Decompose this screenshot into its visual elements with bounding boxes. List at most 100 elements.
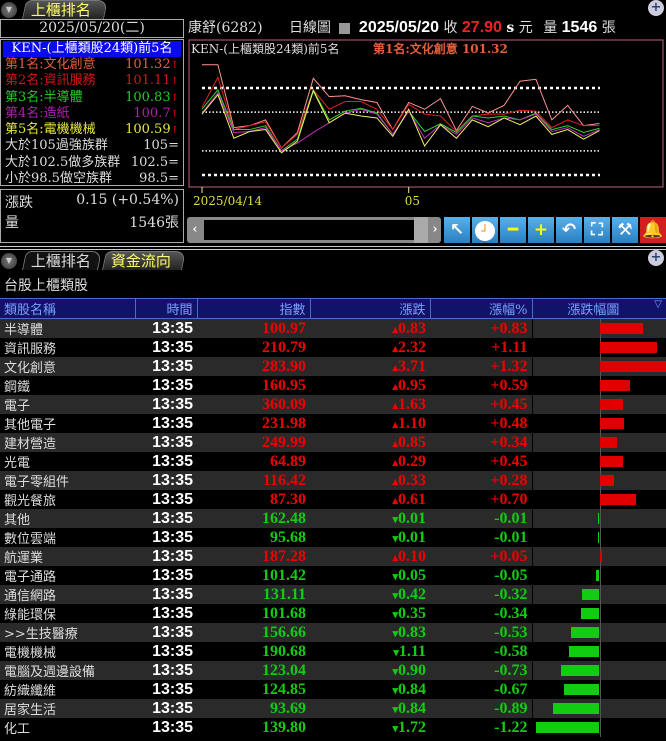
table-row[interactable]: 建材營造 13:35 249.99 ▴0.85 +0.34 [0, 433, 666, 452]
change-bar [598, 513, 599, 524]
pct-value: -1.22 [494, 718, 528, 736]
col-time[interactable]: 時間 [134, 298, 197, 319]
top5-item[interactable]: 大於102.5做多族群 102.5= [1, 155, 183, 171]
table-row[interactable]: 文化創意 13:35 283.90 ▴3.71 +1.32 [0, 357, 666, 376]
zoom-out-icon[interactable]: ━ [500, 217, 526, 243]
item-value: 105= [143, 138, 179, 154]
s-mark: s [506, 20, 515, 36]
dropdown-icon-bottom[interactable]: ▼ [1, 253, 17, 269]
change-bar-cell [532, 338, 666, 357]
pct-value: +0.48 [490, 414, 528, 432]
change-bar-cell [532, 585, 666, 604]
time: 13:35 [135, 699, 197, 718]
table-row[interactable]: 電腦及週邊設備 13:35 123.04 ▾0.90 -0.73 [0, 661, 666, 680]
top5-item[interactable]: 第4名:造紙 100.7↑ [1, 106, 183, 122]
clock-icon[interactable]: ┘ [472, 217, 498, 243]
change-bar [599, 437, 618, 448]
top5-item[interactable]: 小於98.5做空族群 98.5= [1, 171, 183, 187]
col-name[interactable]: 類股名稱 [0, 298, 135, 319]
table-row[interactable]: 紡織纖維 13:35 124.85 ▾0.84 -0.67 [0, 680, 666, 699]
undo-icon[interactable]: ↶ [556, 217, 582, 243]
table-row[interactable]: 其他 13:35 162.48 ▾0.01 -0.01 [0, 509, 666, 528]
index-value: 190.68 [262, 642, 306, 660]
change-bar [582, 589, 599, 600]
time: 13:35 [152, 452, 193, 470]
chart-scrollbar[interactable]: ‹ › [187, 217, 441, 243]
sort-icon[interactable]: ▽ [654, 299, 662, 310]
change-bar [599, 380, 631, 391]
col-change[interactable]: 漲跌 [309, 298, 430, 319]
table-row[interactable]: 資訊服務 13:35 210.79 ▴2.32 +1.11 [0, 338, 666, 357]
change-bar-cell [532, 566, 666, 585]
table-row[interactable]: 電子 13:35 360.09 ▴1.63 +0.45 [0, 395, 666, 414]
zoom-plus-icon[interactable]: + [648, 0, 664, 16]
item-value: 100.83↑ [125, 89, 179, 105]
change-value: 0.42 [398, 585, 426, 603]
scroll-thumb[interactable] [414, 217, 428, 243]
tab-otc-ranking[interactable]: 上櫃排名 [21, 251, 103, 270]
table-row[interactable]: 半導體 13:35 100.97 ▴0.83 +0.83 [0, 318, 666, 338]
pct-value: +0.05 [430, 547, 532, 566]
sector-name: 鋼鐵 [4, 380, 31, 395]
table-row[interactable]: 綠能環保 13:35 101.68 ▾0.35 -0.34 [0, 604, 666, 623]
time: 13:35 [135, 547, 197, 566]
index-value: 360.09 [197, 395, 310, 414]
table-row[interactable]: 航運業 13:35 187.28 ▴0.10 +0.05 [0, 547, 666, 566]
table-row[interactable]: 電子通路 13:35 101.42 ▾0.05 -0.05 [0, 566, 666, 585]
up-arrow-icon: ↑ [170, 108, 179, 120]
change-bar-cell [532, 623, 666, 642]
time: 13:35 [135, 623, 197, 642]
change-value: 0.35 [398, 604, 426, 622]
table-row[interactable]: 鋼鐵 13:35 160.95 ▴0.95 +0.59 [0, 376, 666, 395]
col-bar[interactable]: 漲跌幅圖 ▽ [531, 298, 666, 319]
chart-type-dropdown[interactable] [339, 22, 351, 34]
top5-item[interactable]: 第1名:文化創意 101.32↑ [1, 57, 183, 73]
change-bar-cell [532, 471, 666, 490]
time: 13:35 [152, 680, 193, 698]
change-bar [599, 342, 658, 353]
sector-name: 數位雲端 [4, 532, 57, 547]
col-pct[interactable]: 漲幅% [429, 298, 532, 319]
table-row[interactable]: 觀光餐旅 13:35 87.30 ▴0.61 +0.70 [0, 490, 666, 509]
top5-item[interactable]: 大於105過強族群 105= [1, 138, 183, 154]
index-value: 162.48 [197, 509, 310, 528]
scroll-right-icon[interactable]: › [429, 217, 441, 243]
zoom-plus-icon-bottom[interactable]: + [648, 250, 664, 266]
table-row[interactable]: 居家生活 13:35 93.69 ▾0.84 -0.89 [0, 699, 666, 718]
change-value: 0.29 [398, 452, 426, 470]
change-bar [598, 532, 599, 543]
top5-item[interactable]: 第3名:半導體 100.83↑ [1, 90, 183, 106]
pct-value: -0.01 [494, 528, 528, 546]
table-row[interactable]: 化工 13:35 139.80 ▾1.72 -1.22 [0, 718, 666, 737]
col-index[interactable]: 指數 [196, 298, 310, 319]
scroll-track[interactable] [204, 220, 414, 240]
item-label: 第1名:文化創意 [5, 57, 96, 72]
pct-value: +0.70 [490, 490, 528, 508]
tab-fund-flow[interactable]: 資金流向 [101, 251, 187, 270]
chart-frame [188, 39, 664, 188]
table-row[interactable]: 光電 13:35 64.89 ▴0.29 +0.45 [0, 452, 666, 471]
change-bar-cell [532, 433, 666, 452]
top5-item[interactable]: 第5名:電機機械 100.59↑ [1, 122, 183, 138]
dropdown-icon[interactable]: ▼ [1, 2, 17, 18]
table-row[interactable]: 數位雲端 13:35 95.68 ▾0.01 -0.01 [0, 528, 666, 547]
time: 13:35 [135, 318, 197, 338]
top5-item[interactable]: 第2名:資訊服務 101.11↑ [1, 73, 183, 89]
scroll-left-icon[interactable]: ‹ [187, 217, 203, 243]
fit-icon[interactable]: ⛶ [584, 217, 610, 243]
up-arrow-icon: ↑ [170, 60, 179, 71]
table-row[interactable]: 電機機械 13:35 190.68 ▾1.11 -0.58 [0, 642, 666, 661]
sector-name: 電子 [0, 395, 135, 414]
table-row[interactable]: 其他電子 13:35 231.98 ▴1.10 +0.48 [0, 414, 666, 433]
wrench-icon[interactable]: ⚒ [612, 217, 638, 243]
pct-value: +1.32 [430, 357, 532, 376]
zoom-in-icon[interactable]: + [528, 217, 554, 243]
sector-name: 通信網路 [0, 585, 135, 604]
tab-otc-ranking-top[interactable]: 上櫃排名 [21, 0, 109, 19]
arrow-icon[interactable]: ↖ [444, 217, 470, 243]
table-row[interactable]: >>生技醫療 13:35 156.66 ▾0.83 -0.53 [0, 623, 666, 642]
table-row[interactable]: 電子零組件 13:35 116.42 ▴0.33 +0.28 [0, 471, 666, 490]
equal-mark: = [168, 154, 179, 170]
bell-icon[interactable]: 🔔 [640, 217, 666, 243]
table-row[interactable]: 通信網路 13:35 131.11 ▾0.42 -0.32 [0, 585, 666, 604]
